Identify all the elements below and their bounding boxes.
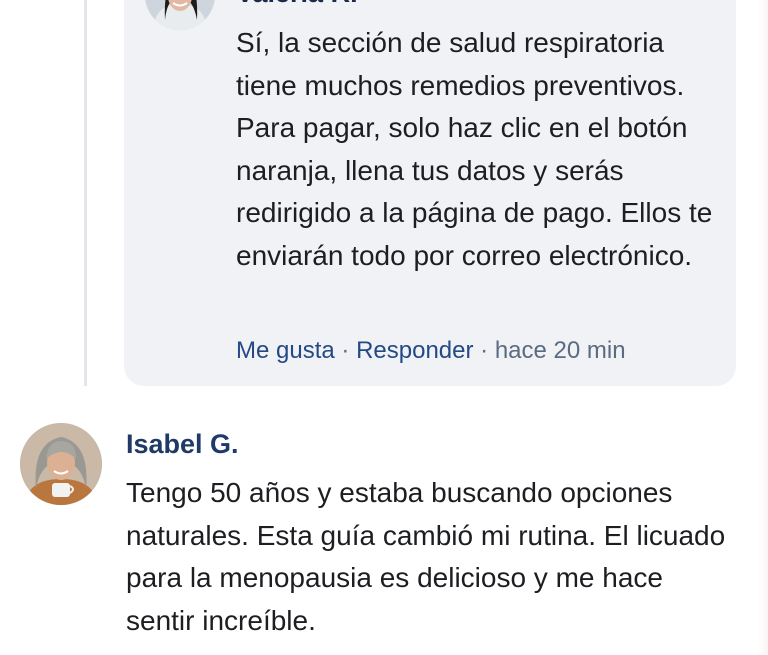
thread-connector-line [84, 0, 87, 386]
woman-with-mug-portrait-icon [20, 423, 102, 505]
separator: · [341, 337, 357, 364]
timestamp: hace 20 min [494, 337, 626, 364]
reply-button[interactable]: Responder [356, 337, 473, 364]
reply-text: Sí, la sección de salud respiratoria tie… [236, 27, 713, 271]
comment-thread: Valeria R. Sí, la sección de salud respi… [0, 0, 768, 655]
separator: · [480, 337, 495, 364]
comment-author-name[interactable]: Isabel G. [126, 428, 239, 460]
reply-author-name[interactable]: Valeria R. [236, 0, 358, 8]
comment-text: Tengo 50 años y estaba buscando opciones… [126, 477, 726, 636]
page-edge [758, 0, 768, 655]
avatar[interactable] [20, 423, 102, 505]
reply-actions: Me gusta · Responder · hace 20 min [236, 336, 626, 366]
like-button[interactable]: Me gusta [236, 337, 335, 364]
